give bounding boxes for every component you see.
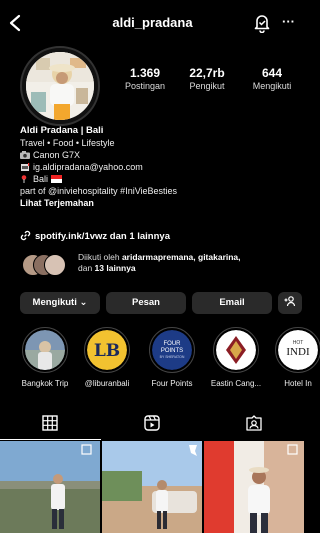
bio-line: Bali xyxy=(20,173,300,185)
post-thumbnail[interactable] xyxy=(204,441,304,533)
stat-following[interactable]: 644 Mengikuti xyxy=(244,66,300,92)
add-user-icon xyxy=(284,296,296,307)
tagged-icon xyxy=(246,415,262,431)
posts-count: 1.369 xyxy=(129,66,161,80)
fp-logo-line1: FOUR xyxy=(164,341,182,347)
tab-reels[interactable] xyxy=(102,410,203,440)
highlight-label: Four Points xyxy=(151,379,193,388)
highlight-eastin[interactable]: Eastin Cang... xyxy=(210,327,262,388)
highlight-bangkok-trip[interactable]: Bangkok Trip xyxy=(19,327,71,388)
stat-posts[interactable]: 1.369 Postingan xyxy=(118,66,172,92)
highlight-cover: HOT INDI xyxy=(278,330,318,370)
lb-logo-text: LB xyxy=(94,341,120,361)
post-image xyxy=(0,441,100,533)
avatar[interactable] xyxy=(26,52,94,120)
followers-label: Pengikut xyxy=(189,81,225,91)
link-text: spotify.ink/1vwz dan 1 lainnya xyxy=(35,231,170,242)
email-button[interactable]: Email xyxy=(192,292,272,314)
following-button[interactable]: Mengikuti ⌄ xyxy=(20,292,100,314)
avatar xyxy=(44,254,66,276)
bio-line[interactable]: part of @iniviehospitality #IniVieBestie… xyxy=(20,185,300,197)
tab-posts[interactable] xyxy=(0,410,101,440)
profile-tabs xyxy=(0,410,305,440)
profile-links[interactable]: spotify.ink/1vwz dan 1 lainnya xyxy=(20,230,170,242)
tab-tagged[interactable] xyxy=(204,410,305,440)
bio-camera-text: Canon G7X xyxy=(33,150,81,160)
posts-label: Postingan xyxy=(124,81,166,91)
followed-by-names: aridarmapremana, gitakarina, xyxy=(121,252,241,262)
highlight-label: Hotel In xyxy=(284,379,312,388)
reels-icon xyxy=(144,415,160,431)
post-thumbnail[interactable] xyxy=(102,441,202,533)
notification-bell-icon[interactable] xyxy=(253,13,271,33)
post-image xyxy=(102,441,202,533)
followed-by-suffix: dan xyxy=(78,263,95,273)
highlight-cover: LB xyxy=(87,330,127,370)
fp-logo-line3: BY SHERATON xyxy=(160,355,185,359)
bio-location-text: Bali xyxy=(33,174,49,184)
followed-by[interactable]: Diikuti oleh aridarmapremana, gitakarina… xyxy=(20,250,300,278)
bio-line: Travel • Food • Lifestyle xyxy=(20,138,115,148)
display-name: Aldi Pradana | Bali xyxy=(20,125,104,136)
highlight-label: Eastin Cang... xyxy=(210,379,262,388)
camera-icon xyxy=(20,151,30,159)
profile-bio: Aldi Pradana | Bali Travel • Food • Life… xyxy=(20,125,300,209)
highlight-label: Bangkok Trip xyxy=(21,379,69,388)
highlight-hotel[interactable]: HOT INDI Hotel In xyxy=(272,327,320,388)
highlight-label: @liburanbali xyxy=(84,379,130,388)
mutual-avatars xyxy=(22,254,66,276)
highlight-cover xyxy=(216,330,256,370)
followed-by-count: 13 lainnya xyxy=(94,263,136,273)
highlight-ring: HOT INDI xyxy=(275,327,320,373)
followed-by-text: Diikuti oleh aridarmapremana, gitakarina… xyxy=(78,252,300,274)
link-icon xyxy=(20,230,31,241)
stat-followers[interactable]: 22,7rb Pengikut xyxy=(180,66,234,92)
hotel-logo-line2: INDI xyxy=(286,346,310,358)
highlight-cover: FOUR POINTS BY SHERATON xyxy=(152,330,192,370)
posts-grid xyxy=(0,441,305,533)
fp-logo-line2: POINTS xyxy=(161,348,183,354)
highlight-four-points[interactable]: FOUR POINTS BY SHERATON Four Points xyxy=(146,327,198,388)
more-options-icon[interactable]: ··· xyxy=(282,14,300,29)
highlight-ring: LB xyxy=(84,327,130,373)
highlight-ring: FOUR POINTS BY SHERATON xyxy=(149,327,195,373)
profile-header: aldi_pradana ··· xyxy=(0,0,305,48)
following-label: Mengikuti xyxy=(252,81,292,91)
indonesia-flag-icon xyxy=(51,175,63,183)
highlight-ring xyxy=(22,327,68,373)
post-thumbnail[interactable] xyxy=(0,441,100,533)
grid-icon xyxy=(42,415,58,431)
pin-icon xyxy=(21,175,27,183)
message-button[interactable]: Pesan xyxy=(106,292,186,314)
bio-line: Canon G7X xyxy=(20,149,300,161)
followers-count: 22,7rb xyxy=(189,66,225,80)
see-translation-link[interactable]: Lihat Terjemahan xyxy=(20,197,300,209)
highlight-ring xyxy=(213,327,259,373)
suggested-users-button[interactable] xyxy=(278,292,302,314)
bio-email-text: ig.aldipradana@yahoo.com xyxy=(33,162,143,172)
highlight-cover xyxy=(25,330,65,370)
avatar-photo xyxy=(26,52,94,120)
following-count: 644 xyxy=(261,66,283,80)
mailbox-icon xyxy=(21,163,30,171)
bio-line: ig.aldipradana@yahoo.com xyxy=(20,161,300,173)
followed-by-prefix: Diikuti oleh xyxy=(78,252,122,262)
post-image xyxy=(204,441,304,533)
highlight-liburanbali[interactable]: LB @liburanbali xyxy=(81,327,133,388)
